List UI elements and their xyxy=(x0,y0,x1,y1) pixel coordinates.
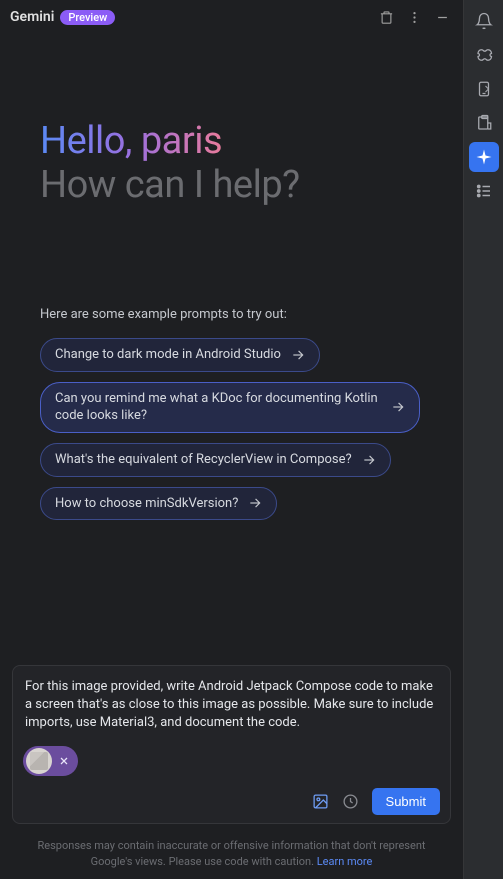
device-icon[interactable] xyxy=(469,74,499,104)
toolbar: Gemini Preview xyxy=(0,0,463,34)
image-icon[interactable] xyxy=(312,793,330,811)
history-icon[interactable] xyxy=(342,793,360,811)
chip-label: How to choose minSdkVersion? xyxy=(55,495,238,513)
attachment-thumbnail xyxy=(26,748,52,774)
arrow-right-icon xyxy=(291,348,305,362)
gemini-sparkle-icon[interactable] xyxy=(469,142,499,172)
prompt-chip-list: Change to dark mode in Android Studio Ca… xyxy=(40,338,431,520)
prompt-chip[interactable]: What's the equivalent of RecyclerView in… xyxy=(40,443,391,477)
prompt-chip[interactable]: How to choose minSdkVersion? xyxy=(40,487,277,521)
learn-more-link[interactable]: Learn more xyxy=(317,855,373,868)
input-actions: Submit xyxy=(23,788,440,815)
submit-button[interactable]: Submit xyxy=(372,788,440,815)
puzzle-icon[interactable] xyxy=(469,40,499,70)
arrow-right-icon xyxy=(362,453,376,467)
trash-icon[interactable] xyxy=(375,6,397,28)
greeting-help: How can I help? xyxy=(40,164,431,208)
close-icon[interactable] xyxy=(58,755,70,767)
greeting: Hello, paris How can I help? xyxy=(40,120,431,207)
image-attachment-chip[interactable] xyxy=(23,746,78,776)
minimize-icon[interactable] xyxy=(431,6,453,28)
list-icon[interactable] xyxy=(469,176,499,206)
right-tool-rail xyxy=(464,0,503,879)
arrow-right-icon xyxy=(391,400,405,414)
arrow-right-icon xyxy=(248,496,262,510)
chip-label: What's the equivalent of RecyclerView in… xyxy=(55,451,352,469)
panel-title: Gemini xyxy=(10,9,54,25)
notifications-icon[interactable] xyxy=(469,6,499,36)
chip-label: Change to dark mode in Android Studio xyxy=(55,346,281,364)
content-area: Hello, paris How can I help? Here are so… xyxy=(0,34,463,665)
disclaimer: Responses may contain inaccurate or offe… xyxy=(0,832,463,879)
prompts-label: Here are some example prompts to try out… xyxy=(40,307,431,322)
prompt-chip[interactable]: Change to dark mode in Android Studio xyxy=(40,338,320,372)
chip-label: Can you remind me what a KDoc for docume… xyxy=(55,390,381,425)
main-panel: Gemini Preview Hello, paris How can I he… xyxy=(0,0,464,879)
preview-badge: Preview xyxy=(60,10,115,25)
prompt-chip[interactable]: Can you remind me what a KDoc for docume… xyxy=(40,382,420,433)
greeting-hello: Hello, paris xyxy=(40,119,222,163)
prompt-textarea[interactable]: For this image provided, write Android J… xyxy=(23,676,440,741)
clipboard-icon[interactable] xyxy=(469,108,499,138)
prompt-input-zone: For this image provided, write Android J… xyxy=(12,665,451,825)
more-icon[interactable] xyxy=(403,6,425,28)
